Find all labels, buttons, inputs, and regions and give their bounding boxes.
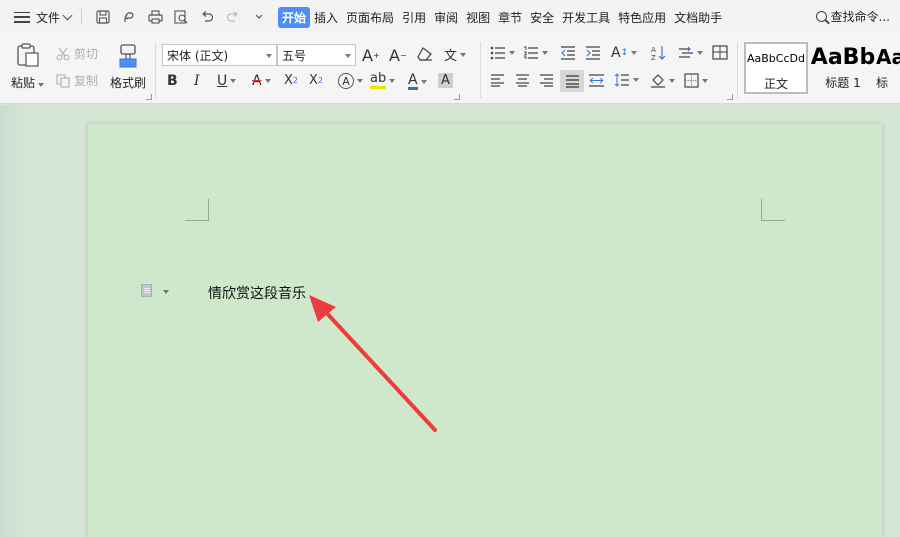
annotation-arrow-icon <box>309 295 437 432</box>
